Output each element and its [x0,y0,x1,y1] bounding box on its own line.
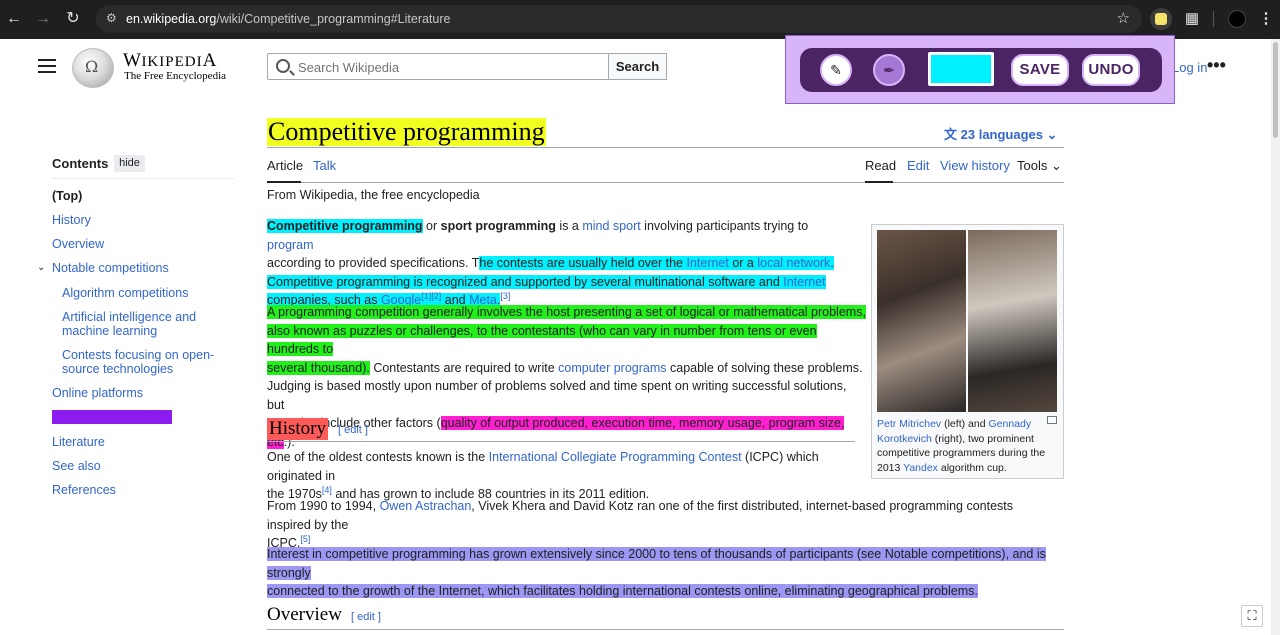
highlighter-icon: ✒ [883,62,895,78]
link-internet[interactable]: Internet [686,256,728,270]
photo-gennady-korotkevich[interactable] [968,230,1057,412]
browser-toolbar: ← → ↻ ⚙ en.wikipedia.org/wiki/Competitiv… [0,0,1280,39]
tab-talk[interactable]: Talk [313,158,336,173]
tabs-divider [267,182,1064,183]
toc-divider [52,178,234,179]
address-bar[interactable]: ⚙ en.wikipedia.org/wiki/Competitive_prog… [96,5,1142,33]
citation-1-2[interactable]: [1][2] [421,291,441,301]
pencil-icon: ✎ [830,62,842,78]
main-menu-icon[interactable] [38,59,56,73]
edit-overview-link[interactable]: [ edit ] [351,611,381,623]
toc-item-ai-ml-line2[interactable]: machine learning [62,324,157,338]
photo-petr-mitrichev[interactable] [877,230,966,412]
login-link[interactable]: Log in [1172,60,1207,75]
toc-item-history[interactable]: History [52,213,91,227]
toc-item-open-source-line2[interactable]: source technologies [62,362,173,376]
link-computer-programs[interactable]: computer programs [558,361,666,375]
toc-item-references[interactable]: References [52,483,116,497]
section-heading-overview: Overview [267,604,342,625]
toc-item-literature[interactable]: Literature [52,435,105,449]
tab-article-underline [267,181,301,183]
tab-edit[interactable]: Edit [907,158,929,173]
citation-3[interactable]: [3] [500,291,510,301]
toc-hide-button[interactable]: hide [114,155,145,172]
tab-article[interactable]: Article [267,158,303,173]
back-icon[interactable]: ← [3,8,25,30]
toc-item-open-source-line1[interactable]: Contests focusing on open- [62,348,214,362]
toolbar-divider [1213,11,1214,27]
history-paragraph-3: Interest in competitive programming has … [267,547,1046,598]
tab-view-history[interactable]: View history [940,158,1010,173]
toc-item-benefits-criticism[interactable]: Benefits and criticism [52,410,173,424]
profile-avatar[interactable] [1226,8,1248,30]
site-info-icon[interactable]: ⚙ [106,11,117,25]
page-title: Competitive programming [267,117,546,146]
citation-4[interactable]: [4] [322,485,332,495]
link-icpc[interactable]: International Collegiate Programming Con… [489,450,742,464]
toc-item-notable-competitions[interactable]: Notable competitions [52,261,169,275]
intro-paragraph-1: Competitive programming or sport program… [267,219,834,307]
search-icon [276,59,290,73]
highlighter-extension-panel: ✎ ✒ SAVE UNDO [785,35,1175,104]
url-text[interactable]: en.wikipedia.org/wiki/Competitive_progra… [126,12,450,26]
highlighter-toolbar: ✎ ✒ SAVE UNDO [800,48,1162,92]
history-divider [267,441,855,442]
highlighter-tool-button[interactable]: ✒ [873,54,905,86]
image-caption: Petr Mitrichev (left) and Gennady Korotk… [877,418,1046,474]
search-box[interactable] [267,53,609,80]
toc-item-top[interactable]: (Top) [52,189,82,203]
citation-5[interactable]: [5] [300,534,310,544]
translate-icon: 文 [944,127,958,142]
wikipedia-wordmark[interactable]: WIKIPEDIA [123,50,217,72]
language-selector[interactable]: 文 23 languages ⌄ [944,124,1058,143]
toc-title: Contents [52,156,109,171]
color-picker-swatch[interactable] [928,52,994,86]
section-heading-history: History [267,418,328,440]
link-yandex[interactable]: Yandex [903,462,938,474]
fullscreen-icon[interactable]: ⛶ [1241,605,1263,627]
toc-item-ai-ml-line1[interactable]: Artificial intelligence and [62,310,196,324]
link-owen-astrachan[interactable]: Owen Astrachan [380,499,472,513]
link-internet-2[interactable]: Internet [783,275,825,289]
search-button[interactable]: Search [608,53,667,80]
reload-icon[interactable]: ↻ [62,8,84,30]
link-petr-mitrichev[interactable]: Petr Mitrichev [877,418,941,430]
infobox-image: Petr Mitrichev (left) and Gennady Korotk… [871,224,1064,479]
from-wikipedia: From Wikipedia, the free encyclopedia [267,188,480,202]
extension-highlighter-icon[interactable] [1150,8,1172,30]
enlarge-icon[interactable] [1047,416,1057,424]
search-input[interactable] [298,59,598,76]
tab-read-underline [865,181,893,183]
title-divider [267,147,1064,148]
undo-button[interactable]: UNDO [1082,54,1140,86]
scrollbar-thumb[interactable] [1273,42,1278,138]
overview-divider [267,629,1064,630]
save-button[interactable]: SAVE [1011,54,1069,86]
toc-item-overview[interactable]: Overview [52,237,104,251]
toc-item-algorithm-competitions[interactable]: Algorithm competitions [62,286,188,300]
wikipedia-tagline: The Free Encyclopedia [124,70,227,82]
link-local-network[interactable]: local network [757,256,830,270]
tab-read[interactable]: Read [865,158,896,173]
forward-icon[interactable]: → [32,8,54,30]
history-paragraph-1: One of the oldest contests known is the … [267,450,819,501]
more-options-icon[interactable]: ••• [1207,55,1226,76]
bookmark-star-icon[interactable]: ☆ [1117,9,1130,27]
chevron-down-icon[interactable]: ⌄ [37,262,45,273]
link-program[interactable]: program [267,238,314,252]
wikipedia-globe-logo[interactable] [72,48,114,88]
toc-item-online-platforms[interactable]: Online platforms [52,386,143,400]
edit-history-link[interactable]: [ edit ] [338,424,368,436]
link-mind-sport[interactable]: mind sport [582,219,640,233]
extensions-puzzle-icon[interactable]: ▦ [1181,8,1203,30]
tools-menu[interactable]: Tools ⌄ [1017,158,1062,174]
toc-item-see-also[interactable]: See also [52,459,101,473]
browser-menu-icon[interactable]: ⋮ [1255,8,1277,30]
pen-tool-button[interactable]: ✎ [820,54,852,86]
